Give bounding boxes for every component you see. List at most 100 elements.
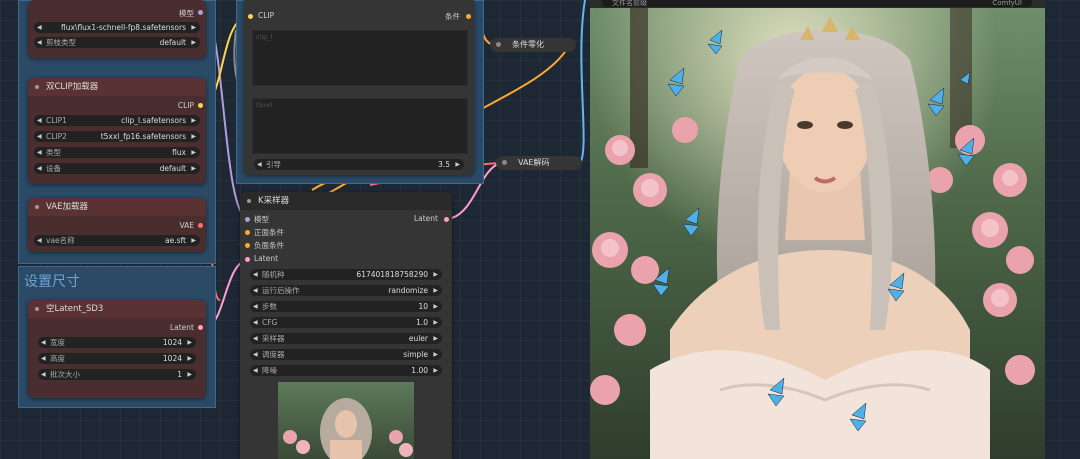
arrow-left-icon[interactable]: ◀ xyxy=(37,147,42,158)
vae-decode-node[interactable]: VAE解码 xyxy=(496,156,582,170)
arrow-right-icon[interactable]: ▶ xyxy=(433,269,438,280)
vae-loader-node[interactable]: VAE加载器 VAE ◀ vae名称 ae.sft ▶ xyxy=(28,198,206,252)
clip-input-label: CLIP xyxy=(258,11,275,20)
steps-widget[interactable]: ◀ 步数 10 ▶ xyxy=(250,301,442,312)
clip-text-encode-node[interactable]: CLIP 条件 clip_l t5xxl ◀ 引导 3.5 ▶ xyxy=(244,0,474,175)
arrow-right-icon[interactable]: ▶ xyxy=(433,349,438,360)
node-title[interactable]: 双CLIP加载器 xyxy=(28,78,206,96)
clip-output-slot[interactable] xyxy=(198,103,203,108)
scheduler-widget[interactable]: ◀ 调度器 simple ▶ xyxy=(250,349,442,360)
vae-name-widget[interactable]: ◀ vae名称 ae.sft ▶ xyxy=(34,235,200,246)
latent-output-slot[interactable] xyxy=(198,325,203,330)
latent-output-slot[interactable] xyxy=(444,217,449,222)
collapse-dot-icon[interactable] xyxy=(35,85,39,89)
batch-size-widget[interactable]: ◀ 批次大小 1 ▶ xyxy=(38,369,196,380)
arrow-left-icon[interactable]: ◀ xyxy=(37,163,42,174)
guidance-widget[interactable]: ◀ 引导 3.5 ▶ xyxy=(254,159,464,170)
preview-filename-bar[interactable]: 文件名前缀 ComfyUI xyxy=(602,0,1032,7)
unet-loader-node[interactable]: 模型 ◀ flux\flux1-schnell-fp8.safetensors … xyxy=(28,0,206,58)
collapse-dot-icon[interactable] xyxy=(496,42,501,47)
cond-zero-node[interactable]: 条件零化 xyxy=(490,38,576,52)
clip1-widget[interactable]: ◀ CLIP1 clip_l.safetensors ▶ xyxy=(34,115,200,126)
dual-clip-loader-node[interactable]: 双CLIP加载器 CLIP ◀ CLIP1 clip_l.safetensors… xyxy=(28,78,206,184)
clip-l-textarea[interactable]: clip_l xyxy=(252,30,468,86)
collapse-dot-icon[interactable] xyxy=(35,205,39,209)
cfg-widget[interactable]: ◀ CFG 1.0 ▶ xyxy=(250,317,442,328)
arrow-left-icon[interactable]: ◀ xyxy=(253,365,258,376)
device-widget[interactable]: ◀ 设备 default ▶ xyxy=(34,163,200,174)
arrow-right-icon[interactable]: ▶ xyxy=(191,147,196,158)
unet-name-widget[interactable]: ◀ flux\flux1-schnell-fp8.safetensors ▶ xyxy=(34,22,200,33)
filename-prefix-value: ComfyUI xyxy=(992,0,1022,7)
arrow-left-icon[interactable]: ◀ xyxy=(37,115,42,126)
width-widget[interactable]: ◀ 宽度 1024 ▶ xyxy=(38,337,196,348)
clip-type-widget[interactable]: ◀ 类型 flux ▶ xyxy=(34,147,200,158)
latent-input-label: Latent xyxy=(254,254,279,263)
node-title[interactable]: VAE加载器 xyxy=(28,198,206,216)
empty-latent-node[interactable]: 空Latent_SD3 Latent ◀ 宽度 1024 ▶ ◀ 高度 1024… xyxy=(28,300,206,398)
arrow-left-icon[interactable]: ◀ xyxy=(41,353,46,364)
height-widget[interactable]: ◀ 高度 1024 ▶ xyxy=(38,353,196,364)
arrow-right-icon[interactable]: ▶ xyxy=(191,22,196,33)
clip-output-label: CLIP xyxy=(177,101,194,110)
arrow-left-icon[interactable]: ◀ xyxy=(253,285,258,296)
arrow-left-icon[interactable]: ◀ xyxy=(37,235,42,246)
arrow-right-icon[interactable]: ▶ xyxy=(433,333,438,344)
sampler-widget[interactable]: ◀ 采样器 euler ▶ xyxy=(250,333,442,344)
arrow-right-icon[interactable]: ▶ xyxy=(191,115,196,126)
arrow-right-icon[interactable]: ▶ xyxy=(187,337,192,348)
cond-output-slot[interactable] xyxy=(466,14,471,19)
collapse-dot-icon[interactable] xyxy=(247,199,251,203)
clip2-widget[interactable]: ◀ CLIP2 t5xxl_fp16.safetensors ▶ xyxy=(34,131,200,142)
vae-output-slot[interactable] xyxy=(198,223,203,228)
clip-input-slot[interactable] xyxy=(248,14,253,19)
negative-input-label: 负面条件 xyxy=(254,241,284,250)
control-after-widget[interactable]: ◀ 运行后操作 randomize ▶ xyxy=(250,285,442,296)
negative-input-slot[interactable] xyxy=(245,243,250,248)
thumbnail-image xyxy=(278,382,414,459)
arrow-right-icon[interactable]: ▶ xyxy=(433,285,438,296)
arrow-right-icon[interactable]: ▶ xyxy=(433,365,438,376)
arrow-left-icon[interactable]: ◀ xyxy=(37,131,42,142)
arrow-left-icon[interactable]: ◀ xyxy=(253,269,258,280)
latent-output-label: Latent xyxy=(413,214,438,223)
collapse-dot-icon[interactable] xyxy=(35,307,39,311)
arrow-right-icon[interactable]: ▶ xyxy=(455,159,460,170)
positive-input-label: 正面条件 xyxy=(254,228,284,237)
arrow-left-icon[interactable]: ◀ xyxy=(253,317,258,328)
model-input-label: 模型 xyxy=(254,215,269,224)
arrow-left-icon[interactable]: ◀ xyxy=(37,22,42,33)
arrow-right-icon[interactable]: ▶ xyxy=(433,301,438,312)
arrow-left-icon[interactable]: ◀ xyxy=(253,301,258,312)
node-title[interactable]: 空Latent_SD3 xyxy=(28,300,206,318)
arrow-right-icon[interactable]: ▶ xyxy=(191,235,196,246)
latent-output-label: Latent xyxy=(169,323,194,332)
arrow-right-icon[interactable]: ▶ xyxy=(191,131,196,142)
arrow-right-icon[interactable]: ▶ xyxy=(191,37,196,48)
t5xxl-textarea[interactable]: t5xxl xyxy=(252,98,468,154)
image-preview-node[interactable] xyxy=(590,0,1045,459)
arrow-right-icon[interactable]: ▶ xyxy=(191,163,196,174)
seed-widget[interactable]: ◀ 随机种 617401818758290 ▶ xyxy=(250,269,442,280)
arrow-left-icon[interactable]: ◀ xyxy=(257,159,262,170)
filename-prefix-label: 文件名前缀 xyxy=(612,0,647,7)
arrow-right-icon[interactable]: ▶ xyxy=(433,317,438,328)
cond-output-label: 条件 xyxy=(445,12,460,21)
node-canvas[interactable]: 设置尺寸 模型 ◀ flux\flux1-schnell-fp8.safeten… xyxy=(0,0,1080,459)
model-output-slot[interactable] xyxy=(198,10,203,15)
arrow-left-icon[interactable]: ◀ xyxy=(253,333,258,344)
arrow-right-icon[interactable]: ▶ xyxy=(187,353,192,364)
node-title[interactable]: K采样器 xyxy=(240,192,452,210)
arrow-left-icon[interactable]: ◀ xyxy=(253,349,258,360)
arrow-left-icon[interactable]: ◀ xyxy=(37,37,42,48)
weight-dtype-widget[interactable]: ◀ 剪枝类型 default ▶ xyxy=(34,37,200,48)
arrow-left-icon[interactable]: ◀ xyxy=(41,369,46,380)
positive-input-slot[interactable] xyxy=(245,230,250,235)
model-input-slot[interactable] xyxy=(245,217,250,222)
arrow-right-icon[interactable]: ▶ xyxy=(187,369,192,380)
latent-input-slot[interactable] xyxy=(245,257,250,262)
collapse-dot-icon[interactable] xyxy=(502,160,507,165)
arrow-left-icon[interactable]: ◀ xyxy=(41,337,46,348)
ksampler-node[interactable]: K采样器 模型 正面条件 负面条件 Latent Latent ◀ 随机种 61… xyxy=(240,192,452,459)
denoise-widget[interactable]: ◀ 降噪 1.00 ▶ xyxy=(250,365,442,376)
